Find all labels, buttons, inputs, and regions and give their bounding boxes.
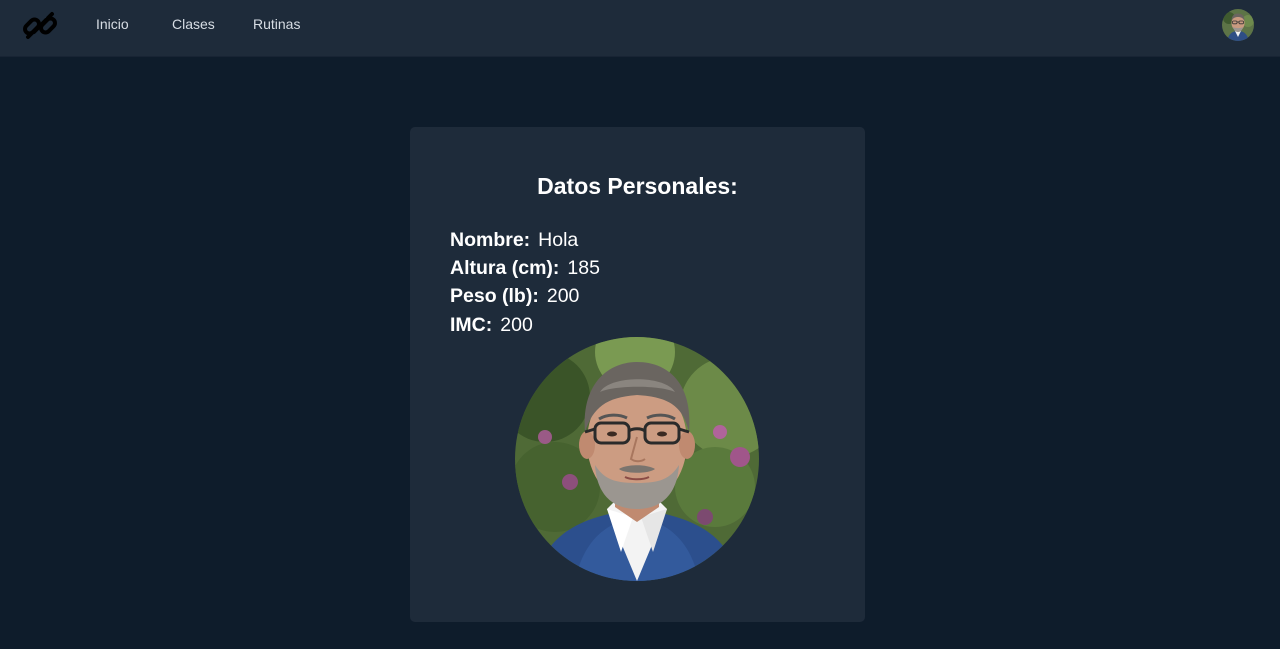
field-altura: Altura (cm): 185 [450, 256, 600, 280]
field-imc-label: IMC: [450, 314, 493, 336]
field-imc: IMC: 200 [450, 313, 533, 337]
nav-link-rutinas[interactable]: Rutinas [253, 16, 300, 32]
field-peso-label: Peso (lb): [450, 285, 539, 307]
personal-data-card: Datos Personales: Nombre: Hola Altura (cm… [410, 127, 865, 622]
top-navbar: Inicio Clases Rutinas [0, 0, 1280, 57]
user-avatar[interactable] [1222, 9, 1254, 41]
profile-photo [515, 337, 759, 581]
field-nombre-label: Nombre: [450, 229, 531, 251]
field-peso: Peso (lb): 200 [450, 284, 579, 308]
nav-link-inicio[interactable]: Inicio [96, 16, 129, 32]
dumbbell-logo-icon[interactable] [21, 7, 59, 45]
field-nombre: Nombre: Hola [450, 228, 578, 252]
field-nombre-value: Hola [538, 229, 579, 251]
field-imc-value: 200 [500, 314, 533, 336]
field-altura-value: 185 [567, 257, 600, 279]
card-title: Datos Personales: [537, 173, 738, 199]
field-peso-value: 200 [546, 285, 580, 307]
nav-link-clases[interactable]: Clases [172, 16, 215, 32]
field-altura-label: Altura (cm): [450, 257, 560, 279]
